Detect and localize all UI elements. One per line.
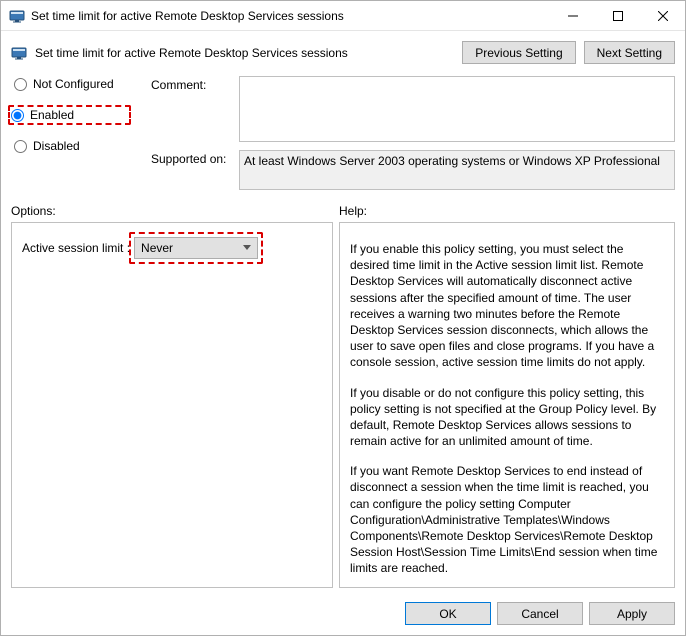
policy-icon <box>11 45 27 61</box>
radio-not-configured-label: Not Configured <box>33 77 114 91</box>
supported-label: Supported on: <box>151 150 233 166</box>
radio-disabled-input[interactable] <box>14 140 27 153</box>
comment-input[interactable] <box>239 76 675 142</box>
help-panel: If you enable this policy setting, you m… <box>339 222 675 588</box>
active-session-limit-row: Active session limit : Never <box>22 237 322 259</box>
maximize-button[interactable] <box>595 1 640 30</box>
help-label: Help: <box>339 204 675 218</box>
ok-button[interactable]: OK <box>405 602 491 625</box>
section-labels: Options: Help: <box>1 198 685 222</box>
previous-setting-button[interactable]: Previous Setting <box>462 41 575 64</box>
supported-row: Supported on: At least Windows Server 20… <box>151 150 675 190</box>
panels-row: Active session limit : Never If you enab… <box>1 222 685 594</box>
config-area: Not Configured Enabled Disabled Comment:… <box>1 76 685 198</box>
active-session-limit-select[interactable]: Never <box>134 237 258 259</box>
state-column: Not Configured Enabled Disabled <box>11 76 131 190</box>
comment-row: Comment: <box>151 76 675 142</box>
options-panel: Active session limit : Never <box>11 222 333 588</box>
window-controls <box>550 1 685 30</box>
window: Set time limit for active Remote Desktop… <box>0 0 686 636</box>
radio-not-configured[interactable]: Not Configured <box>11 76 131 92</box>
window-title: Set time limit for active Remote Desktop… <box>31 9 550 23</box>
supported-on-text: At least Windows Server 2003 operating s… <box>239 150 675 190</box>
header-row: Set time limit for active Remote Desktop… <box>1 31 685 76</box>
active-session-limit-label: Active session limit : <box>22 241 130 255</box>
options-label: Options: <box>11 204 339 218</box>
app-icon <box>9 8 25 24</box>
help-paragraph: If you enable this policy setting, you m… <box>350 241 664 371</box>
cancel-button[interactable]: Cancel <box>497 602 583 625</box>
radio-enabled-input[interactable] <box>11 109 24 122</box>
radio-disabled-label: Disabled <box>33 139 80 153</box>
minimize-button[interactable] <box>550 1 595 30</box>
fields-column: Comment: Supported on: At least Windows … <box>151 76 675 190</box>
apply-button[interactable]: Apply <box>589 602 675 625</box>
radio-enabled-label: Enabled <box>30 108 74 122</box>
radio-enabled[interactable]: Enabled <box>8 105 131 125</box>
comment-label: Comment: <box>151 76 233 92</box>
close-button[interactable] <box>640 1 685 30</box>
radio-disabled[interactable]: Disabled <box>11 138 131 154</box>
policy-title: Set time limit for active Remote Desktop… <box>35 46 454 60</box>
active-session-limit-select-wrap: Never <box>134 237 258 259</box>
next-setting-button[interactable]: Next Setting <box>584 41 675 64</box>
help-text-scroll[interactable]: If you enable this policy setting, you m… <box>340 223 674 587</box>
help-paragraph: If you disable or do not configure this … <box>350 385 664 450</box>
help-paragraph: If you want Remote Desktop Services to e… <box>350 463 664 576</box>
footer: OK Cancel Apply <box>1 594 685 635</box>
radio-not-configured-input[interactable] <box>14 78 27 91</box>
titlebar: Set time limit for active Remote Desktop… <box>1 1 685 31</box>
